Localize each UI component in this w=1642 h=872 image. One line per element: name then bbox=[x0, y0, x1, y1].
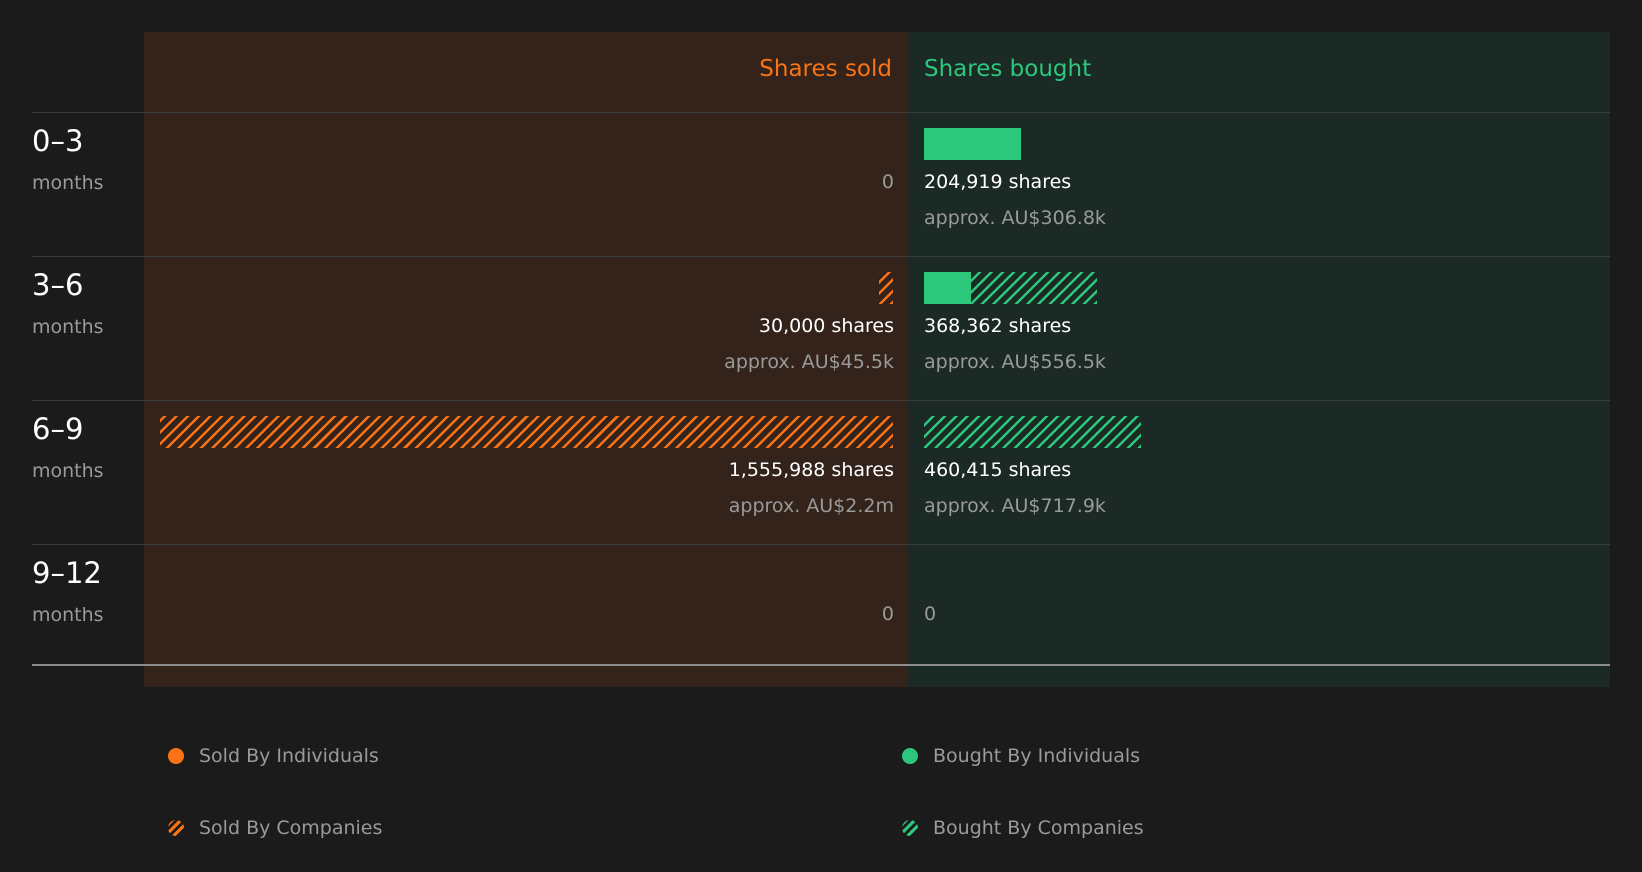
period-unit-label: months bbox=[32, 316, 104, 338]
row-divider bbox=[32, 544, 1610, 545]
period-label: 0–3 bbox=[32, 124, 84, 158]
shares-sold-header: Shares sold bbox=[759, 56, 892, 82]
period-label: 9–12 bbox=[32, 556, 102, 590]
legend-swatch-icon bbox=[902, 748, 918, 764]
sold-zero-label: 0 bbox=[881, 171, 894, 193]
bought-shares-label: 368,362 shares bbox=[924, 315, 1072, 337]
sold-value-label: approx. AU$45.5k bbox=[724, 351, 894, 373]
sold-bar bbox=[879, 272, 893, 304]
sold-shares-label: 1,555,988 shares bbox=[728, 459, 894, 481]
row-divider bbox=[32, 400, 1610, 401]
sold-value-label: approx. AU$2.2m bbox=[728, 495, 894, 517]
sold-shares-label: 30,000 shares bbox=[758, 315, 894, 337]
bought-bar bbox=[924, 416, 1141, 448]
period-label: 6–9 bbox=[32, 412, 84, 446]
bought-bar bbox=[924, 272, 971, 304]
legend-label: Bought By Individuals bbox=[933, 745, 1141, 767]
legend-swatch-icon bbox=[168, 748, 184, 764]
bought-shares-label: 460,415 shares bbox=[924, 459, 1072, 481]
bought-bar bbox=[971, 272, 1097, 304]
legend-swatch-icon bbox=[902, 820, 918, 836]
period-unit-label: months bbox=[32, 604, 104, 626]
legend-label: Sold By Individuals bbox=[199, 745, 379, 767]
bought-value-label: approx. AU$306.8k bbox=[924, 207, 1106, 229]
bought-value-label: approx. AU$556.5k bbox=[924, 351, 1106, 373]
shares-bought-header: Shares bought bbox=[924, 56, 1092, 82]
bought-shares-label: 204,919 shares bbox=[924, 171, 1072, 193]
period-unit-label: months bbox=[32, 460, 104, 482]
chart-baseline bbox=[32, 664, 1610, 666]
legend-label: Sold By Companies bbox=[199, 817, 383, 839]
row-divider bbox=[32, 112, 1610, 113]
sold-zero-label: 0 bbox=[881, 603, 894, 625]
period-unit-label: months bbox=[32, 172, 104, 194]
sold-bar bbox=[160, 416, 893, 448]
period-label: 3–6 bbox=[32, 268, 84, 302]
bought-zero-label: 0 bbox=[924, 603, 937, 625]
bought-bar bbox=[924, 128, 1021, 160]
legend-swatch-icon bbox=[168, 820, 184, 836]
legend-label: Bought By Companies bbox=[933, 817, 1144, 839]
bought-value-label: approx. AU$717.9k bbox=[924, 495, 1106, 517]
row-divider bbox=[32, 256, 1610, 257]
